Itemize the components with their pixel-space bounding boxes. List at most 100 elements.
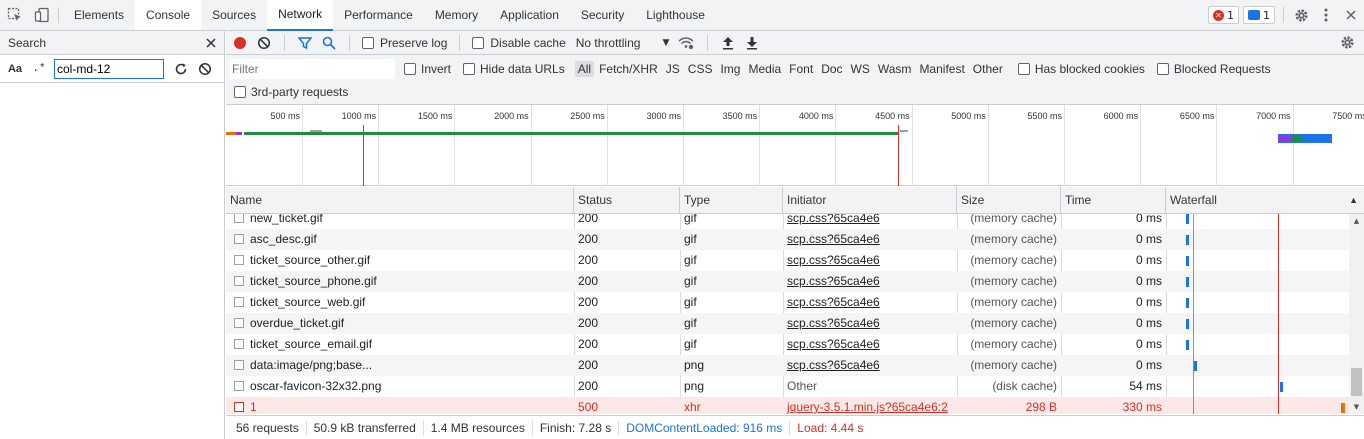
device-toolbar-icon[interactable] [30,0,54,30]
filter-type-font[interactable]: Font [786,61,816,77]
disable-cache-checkbox[interactable]: Disable cache [472,36,566,50]
tab-application[interactable]: Application [489,0,570,30]
match-case-toggle[interactable]: Aa [6,63,24,75]
overview-tick: 4500 ms [875,105,913,186]
filter-type-media[interactable]: Media [745,61,784,77]
column-header-initiator[interactable]: Initiator [783,187,957,214]
settings-gear-icon[interactable] [1288,0,1314,30]
third-party-checkbox[interactable]: 3rd-party requests [234,84,348,100]
has-blocked-cookies-label: Has blocked cookies [1034,62,1145,76]
table-row[interactable]: data:image/png;base... 200 png scp.css?65ca… [226,355,1350,376]
has-blocked-cookies-checkbox[interactable]: Has blocked cookies [1017,62,1145,76]
more-options-icon[interactable] [1314,0,1338,30]
filter-type-doc[interactable]: Doc [818,61,845,77]
cell-status: 200 [578,337,599,351]
overview-tick: 4000 ms [799,105,837,186]
waterfall-bar [1341,403,1345,413]
cell-initiator[interactable]: scp.css?65ca4e6 [783,214,957,229]
filter-type-ws[interactable]: WS [848,61,873,77]
cell-initiator[interactable]: scp.css?65ca4e6 [783,271,957,292]
third-party-box[interactable] [234,86,246,98]
scroll-down-arrow-icon[interactable]: ▼ [1349,400,1364,414]
table-row[interactable]: overdue_ticket.gif 200 gif scp.css?65ca4e6 (… [226,313,1350,334]
column-header-status[interactable]: Status [574,187,680,214]
cell-initiator[interactable]: scp.css?65ca4e6 [783,229,957,250]
tab-security[interactable]: Security [570,0,635,30]
table-row[interactable]: 1 500 xhr jquery-3.5.1.min.js?65ca4e6:2 298 … [226,397,1350,414]
tab-performance[interactable]: Performance [333,0,424,30]
search-magnifier-icon[interactable] [321,36,337,50]
request-name: new_ticket.gif [250,214,323,225]
hide-data-urls-checkbox[interactable]: Hide data URLs [463,62,565,76]
tab-memory[interactable]: Memory [424,0,489,30]
record-icon[interactable] [232,36,248,50]
export-har-icon[interactable] [744,36,760,50]
cell-initiator[interactable]: scp.css?65ca4e6 [783,292,957,313]
regex-toggle[interactable]: .* [30,63,48,75]
message-count-badge[interactable]: 1 [1243,6,1275,24]
preserve-log-checkbox[interactable]: Preserve log [362,36,447,50]
blocked-requests-box[interactable] [1156,63,1169,75]
filter-type-fetch-xhr[interactable]: Fetch/XHR [596,61,661,77]
invert-checkbox[interactable]: Invert [404,62,451,76]
filter-type-wasm[interactable]: Wasm [875,61,915,77]
table-vertical-scrollbar[interactable]: ▲ ▼ [1349,214,1364,414]
error-count-badge[interactable]: ✕ 1 [1208,6,1239,24]
preserve-log-box[interactable] [362,36,374,49]
scrollbar-thumb[interactable] [1351,368,1362,396]
tab-network[interactable]: Network [267,0,334,31]
close-search-icon[interactable] [206,37,216,48]
network-conditions-wifi-icon[interactable] [677,36,695,50]
import-har-icon[interactable] [720,36,736,50]
cell-type: gif [684,253,697,267]
column-header-type[interactable]: Type [680,187,783,214]
table-row[interactable]: ticket_source_email.gif 200 gif scp.css?65c… [226,334,1350,355]
network-overview-timeline[interactable]: 500 ms 1000 ms 1500 ms 2000 ms 2500 ms 3000 m… [226,105,1364,186]
waterfall-bar [1186,235,1189,245]
filter-type-manifest[interactable]: Manifest [916,61,967,77]
refresh-search-icon[interactable] [174,62,188,76]
table-row[interactable]: ticket_source_phone.gif 200 gif scp.css?65c… [226,271,1350,292]
search-input[interactable] [54,58,164,79]
blocked-requests-checkbox[interactable]: Blocked Requests [1156,62,1271,76]
status-domcontentloaded: DOMContentLoaded: 916 ms [619,420,791,435]
invert-box[interactable] [404,63,416,75]
inspect-element-icon[interactable] [0,0,30,30]
scroll-up-arrow-icon[interactable]: ▲ [1349,214,1364,228]
clear-search-icon[interactable] [198,62,212,76]
clear-log-icon[interactable] [256,36,272,50]
overview-tick-label: 7000 ms [1256,111,1291,121]
cell-initiator[interactable]: jquery-3.5.1.min.js?65ca4e6:2 [783,397,957,414]
tab-elements[interactable]: Elements [63,0,135,30]
hide-data-urls-box[interactable] [463,63,476,75]
waterfall-bar [1186,214,1189,224]
has-blocked-cookies-box[interactable] [1017,63,1030,75]
filter-type-css[interactable]: CSS [685,61,716,77]
throttling-select[interactable]: No throttling ▼ [576,36,670,50]
filter-input[interactable] [229,59,395,79]
cell-initiator[interactable]: scp.css?65ca4e6 [783,313,957,334]
table-row[interactable]: ticket_source_other.gif 200 gif scp.css?65c… [226,250,1350,271]
filter-type-img[interactable]: Img [717,61,743,77]
filter-type-js[interactable]: JS [663,61,683,77]
table-row[interactable]: ticket_source_web.gif 200 gif scp.css?65ca4… [226,292,1350,313]
cell-initiator[interactable]: scp.css?65ca4e6 [783,250,957,271]
disable-cache-box[interactable] [472,36,485,49]
column-header-time[interactable]: Time [1061,187,1166,214]
cell-initiator[interactable]: scp.css?65ca4e6 [783,355,957,376]
table-row[interactable]: new_ticket.gif 200 gif scp.css?65ca4e6 (memo… [226,214,1350,229]
filter-funnel-icon[interactable] [297,36,313,50]
column-header-name[interactable]: Name [226,187,574,214]
tab-console[interactable]: Console [135,0,202,30]
tab-lighthouse[interactable]: Lighthouse [635,0,716,30]
tab-sources[interactable]: Sources [201,0,267,30]
column-header-waterfall[interactable]: Waterfall ▲ [1166,187,1364,214]
table-row[interactable]: oscar-favicon-32x32.png 200 png Other (disk … [226,376,1350,397]
network-settings-gear-icon[interactable] [1336,35,1358,50]
column-header-size[interactable]: Size [957,187,1061,214]
filter-type-other[interactable]: Other [970,61,1006,77]
close-devtools-icon[interactable] [1338,0,1364,30]
table-row[interactable]: asc_desc.gif 200 gif scp.css?65ca4e6 (memory… [226,229,1350,250]
cell-initiator[interactable]: scp.css?65ca4e6 [783,334,957,355]
filter-type-all[interactable]: All [574,61,595,77]
